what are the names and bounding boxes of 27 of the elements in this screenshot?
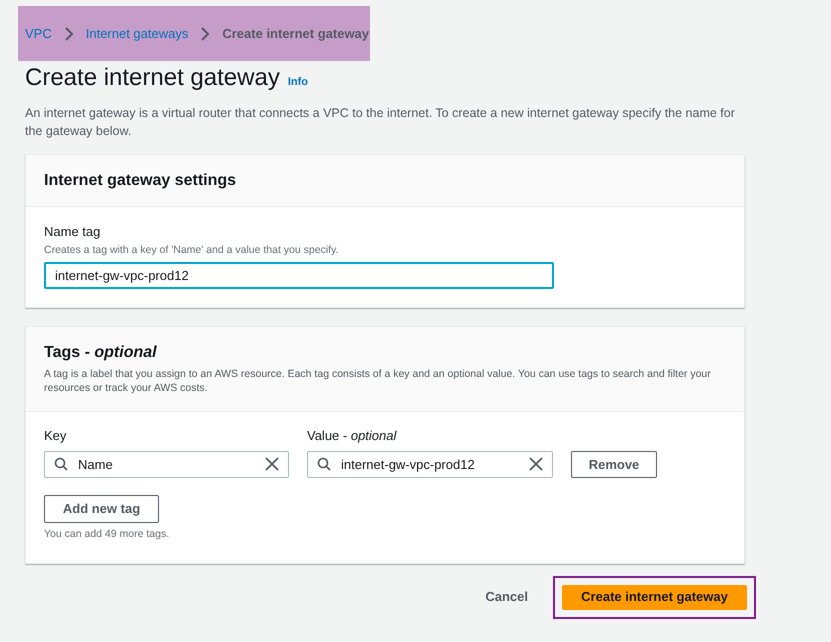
key-field[interactable]: Name (44, 450, 289, 478)
page-description: An internet gateway is a virtual router that connects a VPC to the internet. To create a new internet gateway specify the name for the gateway below. (25, 105, 736, 140)
name-tag-field[interactable]: internet-gw-vpc-prod12 (44, 262, 554, 290)
card-title: Tags - optional (44, 343, 158, 364)
card-title: Internet gateway settings (44, 170, 236, 190)
field-label: Value - optional (307, 427, 398, 446)
field-value: Name (78, 456, 114, 474)
add-tag-button[interactable]: Add new tag (44, 494, 159, 523)
field-label: Key (44, 427, 68, 446)
field-hint: Creates a tag with a key of 'Name' and a value that you specify. (44, 242, 340, 258)
close-icon[interactable] (265, 457, 279, 472)
search-icon (54, 457, 68, 472)
remove-button[interactable]: Remove (571, 450, 657, 478)
cancel-button[interactable]: Cancel (477, 583, 536, 611)
chevron-right-icon (200, 26, 210, 40)
info-link[interactable]: Info (288, 74, 308, 90)
value-field[interactable]: internet-gw-vpc-prod12 (307, 450, 553, 478)
chevron-right-icon (64, 26, 74, 40)
create-button[interactable]: Create internet gateway (562, 584, 747, 610)
search-icon (317, 457, 331, 472)
field-value: internet-gw-vpc-prod12 (341, 456, 476, 474)
close-icon[interactable] (529, 457, 543, 472)
card-description: A tag is a label that you assign to an AWS resource. Each tag consists of a key and an optional value. You can use tags to search and filter your resources or track your AWS costs. (44, 367, 712, 396)
page-title: Create internet gateway (25, 63, 280, 93)
field-label: Name tag (44, 223, 102, 241)
tag-limit-note: You can add 49 more tags. (44, 526, 170, 542)
breadcrumb-current: Create internet gateway (222, 24, 370, 43)
